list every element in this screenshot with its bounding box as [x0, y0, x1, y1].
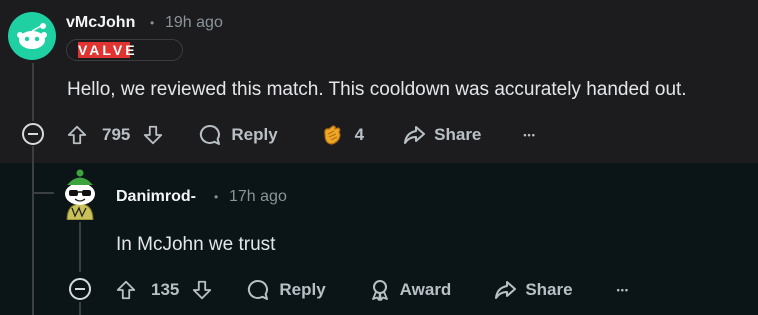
valve-flair-label: VALVE: [78, 42, 138, 58]
award-count: 4: [354, 125, 365, 144]
collapse-thread-button[interactable]: [69, 278, 91, 300]
separator-dot: •: [214, 190, 219, 204]
reply-button[interactable]: Reply: [198, 123, 278, 147]
upvote-icon[interactable]: [66, 124, 88, 146]
comment-bubble-icon: [246, 278, 270, 302]
downvote-icon[interactable]: [142, 124, 164, 146]
separator-dot: •: [150, 16, 155, 30]
comment-actions: 795 Reply 4 Share •••: [66, 122, 536, 148]
thread-connector: [32, 192, 54, 194]
more-options-button[interactable]: •••: [523, 130, 535, 140]
share-label: Share: [434, 125, 482, 144]
share-label: Share: [525, 280, 573, 299]
thread-line[interactable]: [79, 302, 81, 315]
thread-line[interactable]: [79, 222, 81, 272]
vote-score: 795: [102, 125, 131, 144]
share-button[interactable]: Share: [402, 123, 481, 147]
comment-body: Hello, we reviewed this match. This cool…: [67, 79, 687, 100]
share-arrow-icon: [493, 278, 517, 302]
snoo-sunglasses-avatar-icon: [65, 169, 95, 221]
downvote-icon[interactable]: [191, 279, 213, 301]
collapse-thread-button[interactable]: [22, 123, 44, 145]
reply-label: Reply: [231, 125, 278, 144]
comment-timestamp[interactable]: 17h ago: [229, 188, 287, 206]
share-button[interactable]: Share: [493, 278, 573, 302]
clapping-hands-award-icon: [319, 122, 345, 148]
upvote-icon[interactable]: [115, 279, 137, 301]
share-arrow-icon: [402, 123, 426, 147]
comment-bubble-icon: [198, 123, 222, 147]
award-label: Award: [399, 280, 452, 299]
more-options-button[interactable]: •••: [617, 285, 629, 295]
award-button[interactable]: 4: [319, 122, 364, 148]
comment-body: In McJohn we trust: [116, 234, 276, 255]
vote-score: 135: [151, 280, 180, 299]
comment-author[interactable]: Danimrod-: [116, 188, 196, 206]
award-button[interactable]: Award: [368, 278, 452, 302]
avatar[interactable]: [55, 168, 105, 221]
reply-button[interactable]: Reply: [246, 278, 326, 302]
reply-label: Reply: [279, 280, 326, 299]
user-flair: VALVE: [66, 39, 183, 61]
comment-timestamp[interactable]: 19h ago: [165, 14, 223, 32]
thread-line[interactable]: [32, 63, 34, 121]
comment-author[interactable]: vMcJohn: [66, 14, 135, 32]
comment-actions: 135 Reply Award Share •••: [115, 277, 629, 303]
thread-line[interactable]: [32, 146, 34, 315]
avatar[interactable]: [8, 12, 56, 60]
award-ribbon-icon: [368, 278, 392, 302]
snoo-avatar-icon: [8, 12, 56, 60]
